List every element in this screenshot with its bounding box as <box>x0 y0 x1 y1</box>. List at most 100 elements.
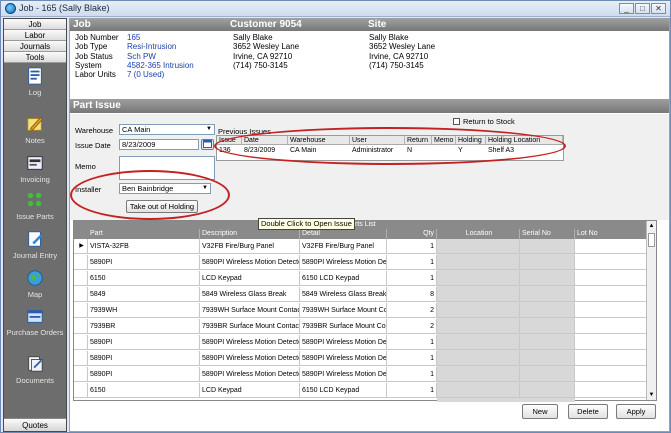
row-selector[interactable]: ▶ <box>74 239 88 254</box>
vertical-scrollbar[interactable]: ▲ ▼ <box>646 221 656 400</box>
job-heading: Job <box>73 19 91 30</box>
previous-issues-header: Issue Date Warehouse User Return Memo Ho… <box>217 136 563 145</box>
sidebar-item-notes[interactable]: Notes <box>4 115 66 145</box>
table-row[interactable]: 5890PI 5890PI Wireless Motion Detecto 5890… <box>74 335 648 350</box>
memo-field[interactable] <box>119 156 215 180</box>
scroll-thumb[interactable] <box>648 233 655 247</box>
apply-button[interactable]: Apply <box>616 404 656 419</box>
column-header-return[interactable]: Return <box>405 136 432 145</box>
sidebar-item-log[interactable]: Log <box>4 67 66 97</box>
sidebar-tab-journals[interactable]: Journals <box>4 41 66 52</box>
lot-no-cell <box>575 351 648 366</box>
description-cell: 7939WH Surface Mount Contact <box>200 303 300 318</box>
lot-no-cell <box>575 239 648 254</box>
sidebar-item-quotes[interactable]: Quotes <box>4 418 66 431</box>
part-cell: 5890PI <box>88 335 200 350</box>
table-row[interactable]: 5890PI 5890PI Wireless Motion Detecto 5890… <box>74 367 648 382</box>
issue-date-field[interactable]: 8/23/2009 <box>119 139 199 150</box>
column-header-user[interactable]: User <box>350 136 405 145</box>
column-header-holding[interactable]: Holding <box>456 136 486 145</box>
column-header-lot-no[interactable]: Lot No <box>575 229 648 239</box>
table-row[interactable]: 5890PI 5890PI Wireless Motion Detecto 5890… <box>74 351 648 366</box>
sidebar-tab-job[interactable]: Job <box>4 19 66 30</box>
detail-cell: 7939WH Surface Mount Co <box>300 303 387 318</box>
row-selector[interactable] <box>74 271 88 286</box>
sidebar-item-journal-entry[interactable]: Journal Entry <box>4 230 66 260</box>
new-button[interactable]: New <box>522 404 558 419</box>
system-value: 4582-365 Intrusion <box>127 60 194 70</box>
sidebar-item-invoicing[interactable]: Invoicing <box>4 154 66 184</box>
description-cell: LCD Keypad <box>200 271 300 286</box>
row-selector[interactable] <box>74 367 88 382</box>
table-row[interactable]: 7939WH 7939WH Surface Mount Contact 7939WH… <box>74 303 648 318</box>
sidebar-tab-tools[interactable]: Tools <box>4 52 66 63</box>
sidebar-item-label: Issue Parts <box>16 212 54 221</box>
description-cell: 5890PI Wireless Motion Detecto <box>200 367 300 382</box>
installer-label: Installer <box>75 185 102 194</box>
description-cell: V32FB Fire/Burg Panel <box>200 239 300 254</box>
column-header-part[interactable]: Part <box>88 229 200 239</box>
column-header-serial-no[interactable]: Serial No <box>520 229 575 239</box>
scroll-up-icon[interactable]: ▲ <box>647 221 656 231</box>
close-button[interactable]: ✕ <box>651 3 666 14</box>
map-icon <box>27 270 43 286</box>
column-header-holding-location[interactable]: Holding Location <box>486 136 563 145</box>
column-header-qty[interactable]: Qty <box>387 229 437 239</box>
row-selector[interactable] <box>74 383 88 398</box>
warehouse-select[interactable]: CA Main ▼ <box>119 124 215 135</box>
minimize-button[interactable]: _ <box>619 3 634 14</box>
customer-phone: (714) 750-3145 <box>233 60 288 70</box>
table-row[interactable]: ▶ VISTA-32FB V32FB Fire/Burg Panel V32FB Fi… <box>74 239 648 254</box>
table-row[interactable]: 7939BR 7939BR Surface Mount Contact 7939BR… <box>74 319 648 334</box>
column-header-detail[interactable]: Detail <box>300 229 387 239</box>
row-selector[interactable] <box>74 319 88 334</box>
sidebar-item-issue-parts[interactable]: Issue Parts <box>4 191 66 221</box>
date-cell: 8/23/2009 <box>244 147 276 154</box>
column-header-warehouse[interactable]: Warehouse <box>288 136 350 145</box>
location-cell <box>437 319 520 334</box>
table-row[interactable]: 6150 LCD Keypad 6150 LCD Keypad 1 <box>74 383 648 398</box>
row-selector[interactable] <box>74 287 88 302</box>
delete-button[interactable]: Delete <box>568 404 608 419</box>
qty-cell: 1 <box>387 239 437 254</box>
serial-no-cell <box>520 383 575 398</box>
sidebar-item-map[interactable]: Map <box>4 269 66 299</box>
detail-cell: 5890PI Wireless Motion Det <box>300 367 387 382</box>
take-out-of-holding-button[interactable]: Take out of Holding <box>126 200 198 213</box>
scroll-down-icon[interactable]: ▼ <box>647 390 656 400</box>
sidebar-item-purchase-orders[interactable]: Purchase Orders <box>4 307 66 337</box>
serial-no-cell <box>520 351 575 366</box>
customer-heading: Customer 9054 <box>230 19 302 30</box>
sidebar-item-label: Invoicing <box>20 175 50 184</box>
sidebar-item-documents[interactable]: Documents <box>4 355 66 385</box>
calendar-button[interactable] <box>201 139 214 150</box>
column-header-date[interactable]: Date <box>242 136 288 145</box>
row-selector[interactable] <box>74 255 88 270</box>
site-name: Sally Blake <box>369 33 409 42</box>
description-cell: LCD Keypad <box>200 383 300 398</box>
lot-no-cell <box>575 367 648 382</box>
row-selector[interactable] <box>74 303 88 318</box>
column-header-description[interactable]: Description <box>200 229 300 239</box>
lot-no-cell <box>575 255 648 270</box>
chevron-down-icon: ▼ <box>202 185 208 191</box>
job-info: Job Number 165 Job Type Resi-Intrusion Job… <box>75 33 194 79</box>
table-row[interactable]: 6150 LCD Keypad 6150 LCD Keypad 1 <box>74 271 648 286</box>
serial-no-cell <box>520 239 575 254</box>
sidebar-tab-labor[interactable]: Labor <box>4 30 66 41</box>
warehouse-cell: CA Main <box>290 147 317 154</box>
job-type-value: Resi-Intrusion <box>127 42 177 52</box>
column-header-memo[interactable]: Memo <box>432 136 456 145</box>
row-selector[interactable] <box>74 351 88 366</box>
row-selector[interactable] <box>74 335 88 350</box>
table-row[interactable]: 5849 5849 Wireless Glass Break 5849 Wirele… <box>74 287 648 302</box>
maximize-button[interactable]: □ <box>635 3 650 14</box>
column-header-issue[interactable]: Issue <box>217 136 242 145</box>
return-to-stock-checkbox[interactable] <box>453 118 460 125</box>
location-cell <box>437 303 520 318</box>
column-header-location[interactable]: Location <box>437 229 520 239</box>
table-row[interactable]: 5890PI 5890PI Wireless Motion Detecto 5890… <box>74 255 648 270</box>
installer-select[interactable]: Ben Bainbridge ▼ <box>119 183 211 194</box>
sidebar-item-label: Log <box>28 88 42 97</box>
previous-issue-row[interactable]: 136 8/23/2009 CA Main Administrator N Y … <box>217 146 563 155</box>
